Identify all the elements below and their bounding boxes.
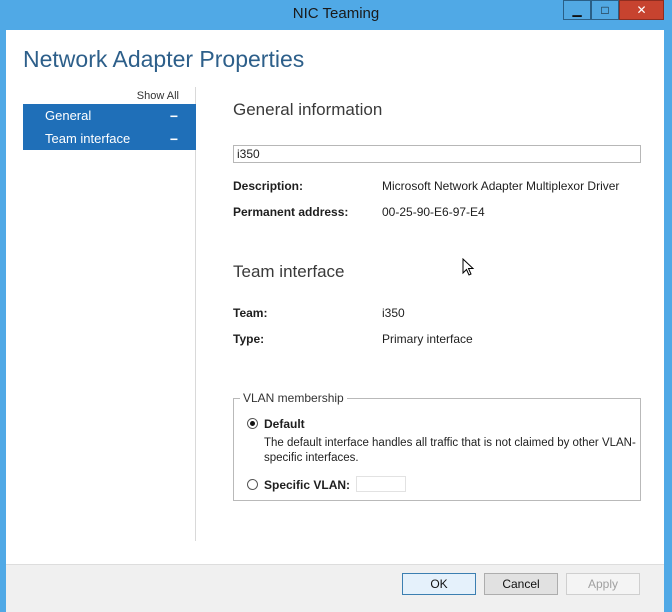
- sidebar-nav: Show All General − Team interface −: [23, 87, 196, 541]
- close-button[interactable]: ✕: [619, 0, 664, 20]
- sidebar-item-team-interface[interactable]: Team interface −: [23, 127, 196, 150]
- permanent-address-value: 00-25-90-E6-97-E4: [382, 205, 485, 219]
- specific-vlan-input[interactable]: [356, 476, 406, 492]
- collapse-icon[interactable]: −: [170, 131, 178, 147]
- vlan-membership-legend: VLAN membership: [240, 391, 347, 405]
- type-value: Primary interface: [382, 332, 473, 346]
- show-all-link[interactable]: Show All: [137, 90, 179, 102]
- sidebar-item-label: General: [45, 108, 92, 123]
- title-bar[interactable]: NIC Teaming ▁ □ ✕: [0, 0, 672, 28]
- vlan-membership-group: VLAN membership Default The default inte…: [233, 391, 641, 501]
- default-radio-label[interactable]: Default: [264, 417, 305, 431]
- maximize-button[interactable]: □: [591, 0, 619, 20]
- minimize-button[interactable]: ▁: [563, 0, 591, 20]
- mouse-cursor-icon: [462, 258, 475, 276]
- permanent-address-label: Permanent address:: [233, 205, 349, 219]
- team-value: i350: [382, 306, 405, 320]
- minimize-icon: ▁: [572, 3, 582, 17]
- cancel-button[interactable]: Cancel: [484, 573, 558, 595]
- ok-button[interactable]: OK: [402, 573, 476, 595]
- right-edge: [658, 30, 664, 564]
- maximize-icon: □: [601, 3, 609, 17]
- apply-button[interactable]: Apply: [566, 573, 640, 595]
- sidebar-item-general[interactable]: General −: [23, 104, 196, 127]
- general-section-title: General information: [233, 100, 383, 119]
- dialog-footer: OK Cancel Apply: [6, 564, 664, 612]
- description-value: Microsoft Network Adapter Multiplexor Dr…: [382, 179, 620, 193]
- dialog-client-area: Network Adapter Properties Show All Gene…: [6, 30, 664, 612]
- team-interface-section-title: Team interface: [233, 262, 345, 281]
- sidebar-item-label: Team interface: [45, 131, 131, 146]
- page-title: Network Adapter Properties: [23, 46, 305, 72]
- collapse-icon[interactable]: −: [170, 108, 178, 124]
- sidebar-list: General − Team interface −: [23, 104, 196, 150]
- description-label: Description:: [233, 179, 304, 193]
- adapter-name-field[interactable]: [233, 145, 641, 163]
- specific-vlan-label[interactable]: Specific VLAN:: [264, 478, 350, 492]
- default-radio[interactable]: [247, 418, 258, 429]
- default-radio-description: The default interface handles all traffi…: [264, 437, 636, 464]
- nic-teaming-window: NIC Teaming ▁ □ ✕ Network Adapter Proper…: [0, 0, 672, 612]
- team-label: Team:: [233, 306, 268, 320]
- type-label: Type:: [233, 332, 265, 346]
- specific-vlan-radio[interactable]: [247, 479, 258, 490]
- close-icon: ✕: [636, 3, 647, 17]
